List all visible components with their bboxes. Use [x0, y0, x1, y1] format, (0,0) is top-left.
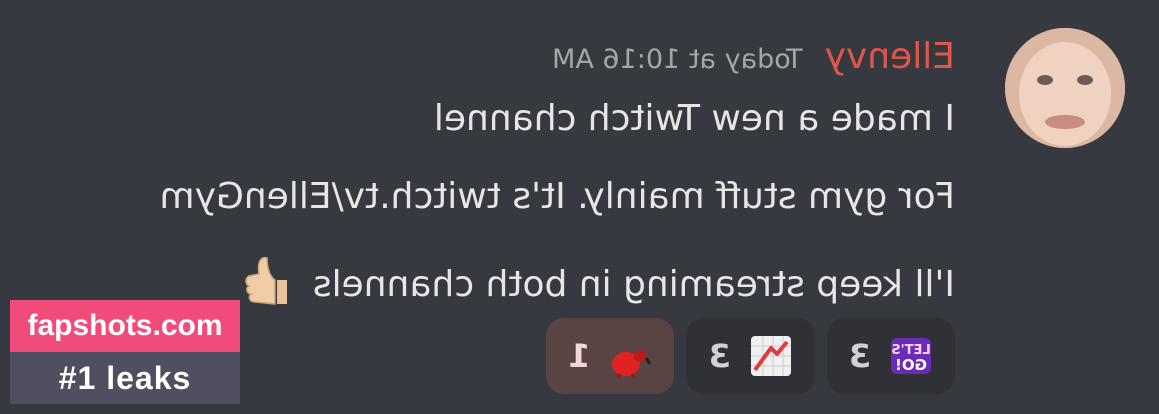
reaction-count: 3	[848, 337, 871, 375]
message-line-3: I'll keep streaming in both channels	[245, 254, 955, 306]
reaction-bar: LET'S GO! 3 3 1	[546, 318, 955, 394]
svg-text:GO!: GO!	[895, 356, 927, 374]
avatar-face-icon	[1005, 28, 1125, 148]
lets-go-icon: LET'S GO!	[891, 338, 931, 374]
username[interactable]: Ellenvy	[825, 36, 955, 77]
message-line-1: I made a new Twitch channel	[433, 98, 955, 139]
message-header: Ellenvy Today at 10:16 AM	[552, 36, 955, 84]
thumbs-up-icon	[245, 256, 288, 305]
reaction-chart-decreasing[interactable]: 3	[686, 318, 815, 394]
user-avatar[interactable]	[1005, 28, 1125, 148]
reaction-count: 1	[568, 337, 591, 375]
watermark-site: fapshots.com	[10, 300, 240, 352]
message-line-3-text: I'll keep streaming in both channels	[312, 264, 955, 305]
reaction-red-figure[interactable]: 1	[546, 318, 675, 394]
red-figure-sticker-icon	[612, 350, 652, 378]
reaction-lets-go[interactable]: LET'S GO! 3	[826, 318, 955, 394]
chart-decreasing-icon	[750, 336, 791, 376]
reaction-count: 3	[708, 337, 731, 375]
message-line-2: For gym stuff mainly. It's twitch.tv/Ell…	[159, 176, 955, 217]
timestamp: Today at 10:16 AM	[552, 44, 803, 75]
watermark-tagline: #1 leaks	[10, 352, 240, 404]
